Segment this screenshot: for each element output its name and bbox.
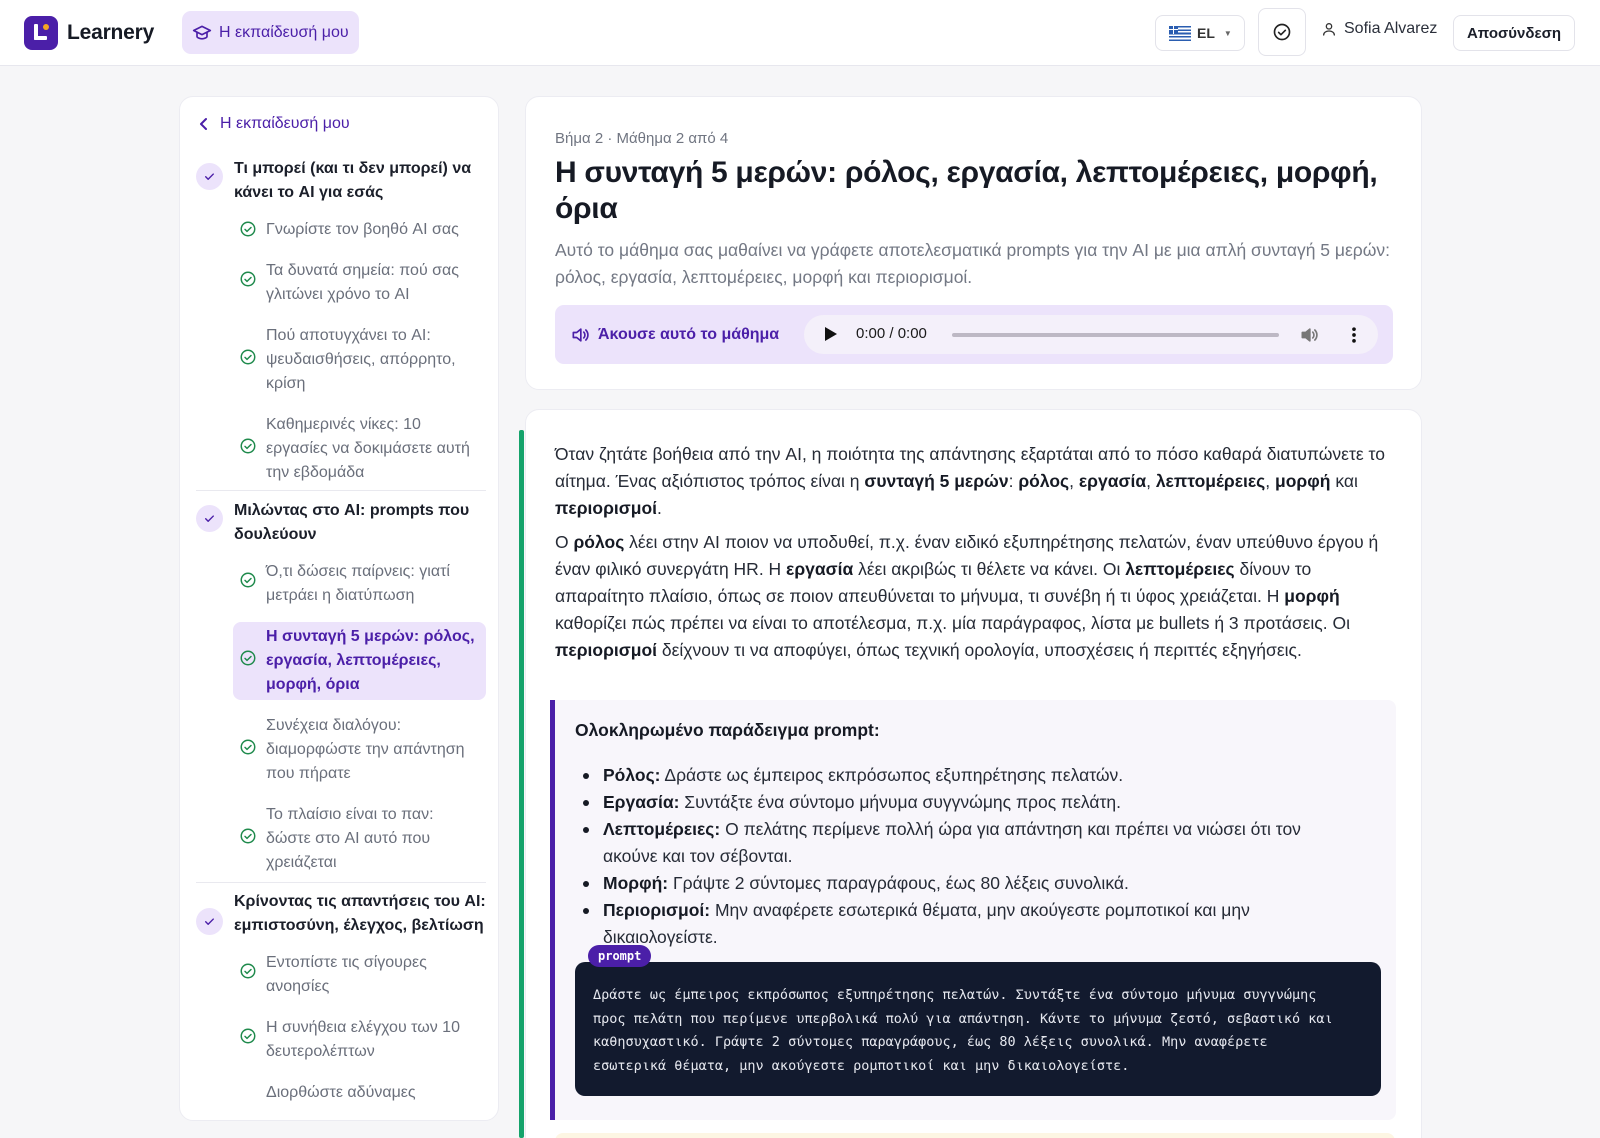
list-item: Λεπτομέρειες: Ο πελάτης περίμενε πολλή ώ… xyxy=(579,816,1359,870)
logo-mark-icon xyxy=(24,16,58,50)
top-bar: Learnery Η εκπαίδευσή μου EL ▼ Sofia Alv… xyxy=(0,0,1600,66)
example-list: Ρόλος: Δράστε ως έμπειρος εκπρόσωπος εξυ… xyxy=(579,762,1359,951)
lesson-item[interactable]: Γνωρίστε τον βοηθό AI σας xyxy=(233,215,486,245)
lesson-item[interactable]: Τα δυνατά σημεία: πού σας γλιτώνει χρόνο… xyxy=(233,256,486,310)
list-item: Μορφή: Γράψτε 2 σύντομες παραγράφους, έω… xyxy=(579,870,1359,897)
example-title: Ολοκληρωμένο παράδειγμα prompt: xyxy=(575,720,880,740)
list-item: Εργασία: Συντάξτε ένα σύντομο μήνυμα συγ… xyxy=(579,789,1359,816)
list-item: Ρόλος: Δράστε ως έμπειρος εκπρόσωπος εξυ… xyxy=(579,762,1359,789)
check-circle-icon xyxy=(240,221,256,237)
module-2-header[interactable]: Μιλώντας στο AI: prompts που δουλεύουν xyxy=(196,499,486,547)
lesson-item[interactable]: Συνέχεια διαλόγου: διαμορφώστε την απάντ… xyxy=(233,711,486,789)
listen-lesson-text: Άκουσε αυτό το μάθημα xyxy=(598,326,780,343)
code-language-badge: prompt xyxy=(588,945,652,967)
lesson-label: Η συνήθεια ελέγχου των 10 δευτερολέπτων xyxy=(266,1019,460,1060)
greek-flag-icon xyxy=(1169,25,1191,41)
language-code: EL xyxy=(1197,25,1215,41)
check-circle-icon xyxy=(240,963,256,979)
prompt-code-block[interactable]: Δράστε ως έμπειρος εκπρόσωπος εξυπηρέτησ… xyxy=(575,962,1381,1096)
lesson-label: Καθημερινές νίκες: 10 εργασίες να δοκιμά… xyxy=(266,416,470,481)
lesson-item[interactable]: Η συνήθεια ελέγχου των 10 δευτερολέπτων xyxy=(233,1013,486,1067)
module-divider xyxy=(196,882,486,883)
chevron-left-icon xyxy=(200,118,207,130)
lesson-item[interactable]: Καθημερινές νίκες: 10 εργασίες να δοκιμά… xyxy=(233,410,486,488)
prompt-code-text: Δράστε ως έμπειρος εκπρόσωπος εξυπηρέτησ… xyxy=(593,987,1333,1074)
lesson-audio-bar: Άκουσε αυτό το μάθημα 0:00 / 0:00 xyxy=(555,305,1393,364)
lesson-item[interactable]: Διορθώστε αδύναμες xyxy=(233,1078,486,1108)
check-circle-icon xyxy=(240,438,256,454)
lesson-title: Η συνταγή 5 μερών: ρόλος, εργασία, λεπτο… xyxy=(555,156,1378,225)
check-circle-icon xyxy=(240,1028,256,1044)
module-complete-check-icon xyxy=(196,163,223,190)
check-circle-icon xyxy=(240,828,256,844)
lesson-breadcrumb: Βήμα 2 · Μάθημα 2 από 4 xyxy=(555,130,729,147)
lesson-item-current[interactable]: Η συνταγή 5 μερών: ρόλος, εργασία, λεπτο… xyxy=(233,622,486,700)
listen-lesson-label: Άκουσε αυτό το μάθημα xyxy=(570,325,779,345)
lesson-label: Η συνταγή 5 μερών: ρόλος, εργασία, λεπτο… xyxy=(266,628,475,693)
check-circle-icon xyxy=(240,271,256,287)
lesson-label: Γνωρίστε τον βοηθό AI σας xyxy=(266,221,459,238)
nav-my-training[interactable]: Η εκπαίδευσή μου xyxy=(182,11,359,54)
audio-time: 0:00 / 0:00 xyxy=(856,325,927,342)
lesson-label: Τα δυνατά σημεία: πού σας γλιτώνει χρόνο… xyxy=(266,262,459,303)
module-2: Μιλώντας στο AI: prompts που δουλεύουν Ό… xyxy=(196,499,486,889)
check-circle-icon xyxy=(1273,23,1291,41)
app-logo[interactable]: Learnery xyxy=(24,16,154,50)
lesson-label: Το πλαίσιο είναι το παν: δώστε στο AI αυ… xyxy=(266,806,434,871)
module-complete-check-icon xyxy=(196,505,223,532)
module-complete-check-icon xyxy=(196,908,223,935)
intro-paragraph: Όταν ζητάτε βοήθεια από την AI, η ποιότη… xyxy=(555,444,1385,518)
audio-player: 0:00 / 0:00 xyxy=(804,315,1378,354)
graduation-cap-icon xyxy=(192,25,212,40)
user-menu[interactable]: Sofia Alvarez xyxy=(1321,20,1437,38)
next-callout-box xyxy=(555,1133,1395,1138)
module-3: Κρίνοντας τις απαντήσεις του AI: εμπιστο… xyxy=(196,890,486,1119)
module-divider xyxy=(196,490,486,491)
back-to-my-training-link[interactable]: Η εκπαίδευσή μου xyxy=(198,115,350,133)
lesson-label: Ό,τι δώσεις παίρνεις: γιατί μετράει η δι… xyxy=(266,563,450,604)
lesson-label: Εντοπίστε τις σίγουρες ανοησίες xyxy=(266,954,427,995)
nav-my-training-label: Η εκπαίδευσή μου xyxy=(219,23,349,41)
content-accent-rule xyxy=(519,430,524,1138)
lesson-description: Αυτό το μάθημα σας μαθαίνει να γράφετε α… xyxy=(555,240,1391,287)
user-icon xyxy=(1323,23,1335,36)
lesson-label: Συνέχεια διαλόγου: διαμορφώστε την απάντ… xyxy=(266,717,465,782)
module-3-title: Κρίνοντας τις απαντήσεις του AI: εμπιστο… xyxy=(234,893,486,934)
check-circle-icon xyxy=(240,650,256,666)
lesson-item[interactable]: Πού αποτυγχάνει το AI: ψευδαισθήσεις, απ… xyxy=(233,321,486,399)
lesson-item[interactable]: Το πλαίσιο είναι το παν: δώστε στο AI αυ… xyxy=(233,800,486,878)
logout-button[interactable]: Αποσύνδεση xyxy=(1453,15,1575,51)
language-select[interactable]: EL ▼ xyxy=(1155,15,1245,51)
progress-check-button[interactable] xyxy=(1258,8,1306,56)
audio-seek-bar[interactable] xyxy=(952,333,1279,337)
prompt-example-box: Ολοκληρωμένο παράδειγμα prompt: Ρόλος: Δ… xyxy=(550,700,1396,1120)
lesson-item[interactable]: Εντοπίστε τις σίγουρες ανοησίες xyxy=(233,948,486,1002)
volume-icon[interactable] xyxy=(1299,325,1319,345)
course-outline-sidebar: Η εκπαίδευσή μου Τι μπορεί (και τι δεν μ… xyxy=(179,96,499,1121)
more-options-icon[interactable] xyxy=(1344,325,1364,345)
check-circle-icon xyxy=(240,349,256,365)
back-link-label: Η εκπαίδευσή μου xyxy=(220,115,350,132)
user-name: Sofia Alvarez xyxy=(1344,20,1438,37)
lesson-content-card: Όταν ζητάτε βοήθεια από την AI, η ποιότη… xyxy=(525,409,1422,1138)
check-circle-icon xyxy=(240,572,256,588)
caret-down-icon: ▼ xyxy=(1223,28,1232,38)
module-1-title: Τι μπορεί (και τι δεν μπορεί) να κάνει τ… xyxy=(234,160,472,201)
explanation-paragraph: Ο ρόλος λέει στην AI ποιον να υποδυθεί, … xyxy=(555,532,1379,660)
speaker-icon xyxy=(572,328,589,342)
app-name: Learnery xyxy=(67,21,155,44)
module-2-title: Μιλώντας στο AI: prompts που δουλεύουν xyxy=(234,502,470,543)
play-icon[interactable] xyxy=(825,327,837,341)
lesson-header-card: Βήμα 2 · Μάθημα 2 από 4 Η συνταγή 5 μερώ… xyxy=(525,96,1422,390)
module-3-header[interactable]: Κρίνοντας τις απαντήσεις του AI: εμπιστο… xyxy=(196,890,486,938)
module-1-header[interactable]: Τι μπορεί (και τι δεν μπορεί) να κάνει τ… xyxy=(196,157,486,205)
lesson-label: Πού αποτυγχάνει το AI: ψευδαισθήσεις, απ… xyxy=(266,327,456,392)
check-circle-icon xyxy=(240,739,256,755)
list-item: Περιορισμοί: Μην αναφέρετε εσωτερικά θέμ… xyxy=(579,897,1359,951)
module-1: Τι μπορεί (και τι δεν μπορεί) να κάνει τ… xyxy=(196,157,486,499)
lesson-item[interactable]: Ό,τι δώσεις παίρνεις: γιατί μετράει η δι… xyxy=(233,557,486,611)
lesson-label: Διορθώστε αδύναμες xyxy=(266,1084,416,1101)
